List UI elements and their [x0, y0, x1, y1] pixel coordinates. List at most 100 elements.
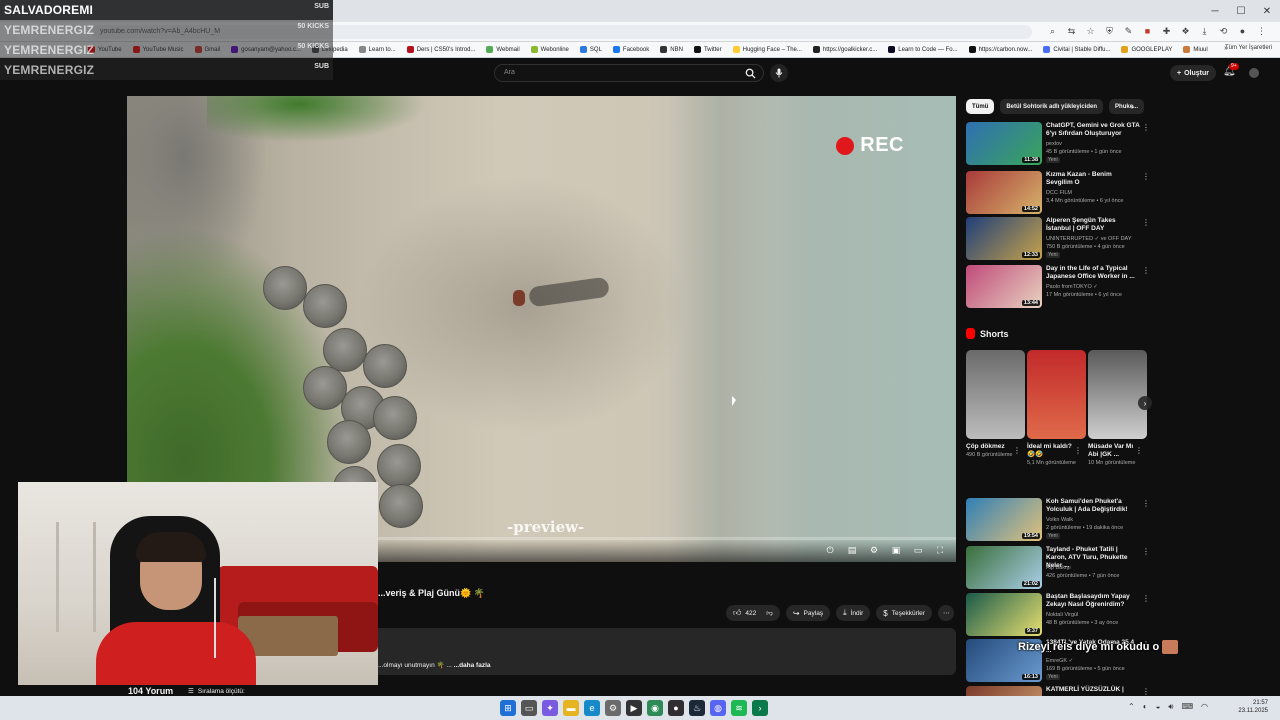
bookmark-item[interactable]: Hugging Face – The...: [732, 46, 802, 53]
kebab-menu-icon[interactable]: ⋮: [1135, 446, 1143, 455]
like-button[interactable]: 👍︎ 422 👎︎: [726, 605, 780, 621]
bookmark-item[interactable]: https://carbon.now...: [968, 46, 1032, 53]
fullscreen-icon[interactable]: ⛶: [934, 544, 946, 556]
bookmark-item[interactable]: Learn to Code — Fo...: [888, 46, 958, 53]
search-button[interactable]: [740, 65, 760, 81]
thanks-button[interactable]: $ Teşekkürler: [876, 605, 932, 621]
bookmark-item[interactable]: Ders | CS50's Introd...: [406, 46, 475, 53]
video-thumbnail[interactable]: 12:33: [966, 217, 1042, 260]
kebab-menu-icon[interactable]: ⋮: [1142, 123, 1150, 132]
short-card[interactable]: Çöp dökmez 490 B görüntüleme ⋮: [966, 350, 1025, 459]
shorts-next-button[interactable]: ›: [1138, 396, 1152, 410]
recommended-video[interactable]: 12:33 Alperen Şengün Takes İstanbul | OFF…: [966, 217, 1150, 261]
subtitles-icon[interactable]: ▤: [846, 544, 858, 556]
filter-chip[interactable]: Phuke...: [1109, 99, 1145, 114]
bookmark-item[interactable]: Learn to...: [358, 46, 396, 53]
wifi-icon[interactable]: ◠: [1201, 702, 1208, 712]
short-thumbnail[interactable]: [966, 350, 1025, 439]
channel-name[interactable]: pexlov: [1046, 141, 1062, 147]
recommended-video[interactable]: 19:54 Koh Samui'den Phuket'a Yolculuk | A…: [966, 498, 1150, 542]
create-button[interactable]: + Oluştur: [1170, 65, 1216, 81]
close-icon[interactable]: ✕: [1254, 0, 1280, 22]
sort-comments-button[interactable]: ☰ Sıralama ölçütü:: [188, 687, 245, 696]
channel-name[interactable]: Alp Bakışı: [1046, 565, 1071, 571]
extension-red-icon[interactable]: ■: [1143, 25, 1152, 37]
tray-chevron-icon[interactable]: ⌃: [1128, 702, 1135, 712]
channel-name[interactable]: EmreGK ✓: [1046, 658, 1073, 664]
all-bookmarks-link[interactable]: Tüm Yer İşaretleri: [1225, 45, 1272, 51]
media-app-icon[interactable]: ▶: [626, 700, 642, 716]
menu-icon[interactable]: ⋮: [1257, 25, 1266, 37]
terminal-icon[interactable]: ›: [752, 700, 768, 716]
kebab-menu-icon[interactable]: ⋮: [1142, 172, 1150, 181]
bookmark-item[interactable]: NBN: [660, 46, 683, 53]
windows-start-icon[interactable]: ⊞: [500, 700, 516, 716]
edge-icon[interactable]: e: [584, 700, 600, 716]
taskbar-clock[interactable]: 21:57 23.11.2025: [1238, 699, 1268, 715]
file-explorer-icon[interactable]: ▬: [563, 700, 579, 716]
pen-icon[interactable]: ✎: [1124, 25, 1133, 37]
search-input[interactable]: Ara: [494, 64, 764, 82]
filter-chip[interactable]: Betül Sohtorik adlı yükleyiciden: [1000, 99, 1104, 114]
task-view-icon[interactable]: ▭: [521, 700, 537, 716]
zoom-icon[interactable]: ⌕: [1048, 25, 1057, 37]
puzzle-icon[interactable]: ❖: [1181, 25, 1190, 37]
short-card[interactable]: İdeal mi kaldı? 🤣🤣 5,1 Mn görüntüleme ⋮: [1027, 350, 1086, 467]
bookmark-item[interactable]: Civitai | Stable Diffu...: [1043, 46, 1110, 53]
channel-name[interactable]: Volkn Walk: [1046, 517, 1073, 523]
short-card[interactable]: Müsade Var Mı Abi |GK ... 10 Mn görüntüle…: [1088, 350, 1147, 467]
bookmark-item[interactable]: Miuul: [1183, 46, 1208, 53]
video-thumbnail[interactable]: 13:44: [966, 265, 1042, 308]
maximize-icon[interactable]: ☐: [1228, 0, 1254, 22]
copilot-icon[interactable]: ✦: [542, 700, 558, 716]
chevron-right-icon[interactable]: ›: [1131, 101, 1134, 111]
recommended-video[interactable]: 11:38 ChatGPT, Gemini ve Grok GTA 6'yı Sı…: [966, 122, 1150, 166]
chrome-icon[interactable]: ◉: [647, 700, 663, 716]
minimize-icon[interactable]: ─: [1202, 0, 1228, 22]
extension-icon[interactable]: ✚: [1162, 25, 1171, 37]
show-more-link[interactable]: ...daha fazla: [454, 662, 491, 669]
kebab-menu-icon[interactable]: ⋮: [1142, 266, 1150, 275]
recommended-video[interactable]: 13:44 Day in the Life of a Typical Japane…: [966, 265, 1150, 309]
steam-icon[interactable]: ♨: [689, 700, 705, 716]
share-button[interactable]: ↪ Paylaş: [785, 605, 831, 621]
download-icon[interactable]: ⤓: [1200, 25, 1209, 37]
bookmark-item[interactable]: Webonline: [530, 46, 569, 53]
bookmark-item[interactable]: Webmail: [486, 46, 520, 53]
volume-icon[interactable]: 🔊︎: [1168, 702, 1173, 712]
channel-name[interactable]: Noktali Virgül: [1046, 612, 1078, 618]
discord-icon[interactable]: ◍: [710, 700, 726, 716]
settings-app-icon[interactable]: ⚙: [605, 700, 621, 716]
channel-name[interactable]: DCC FILM: [1046, 190, 1072, 196]
star-icon[interactable]: ☆: [1086, 25, 1095, 37]
settings-icon[interactable]: ⚙: [868, 544, 880, 556]
bookmark-item[interactable]: Twitter: [693, 46, 722, 53]
more-actions-button[interactable]: ⋯: [937, 605, 955, 621]
kebab-menu-icon[interactable]: ⋮: [1142, 499, 1150, 508]
video-thumbnail[interactable]: 11:38: [966, 122, 1042, 165]
shield-icon[interactable]: ⛨: [1105, 25, 1114, 37]
thumbs-down-icon[interactable]: 👎︎: [766, 609, 773, 617]
profile-icon[interactable]: ●: [1238, 25, 1247, 37]
bookmark-item[interactable]: https://goalkicker.c...: [812, 46, 877, 53]
tray-app-icon[interactable]: ◒: [1156, 702, 1161, 712]
video-thumbnail[interactable]: 21:02: [966, 546, 1042, 589]
language-icon[interactable]: ⌨: [1181, 702, 1193, 712]
theater-mode-icon[interactable]: ▭: [912, 544, 924, 556]
video-thumbnail[interactable]: 14:52: [966, 171, 1042, 214]
download-button[interactable]: ⤓ İndir: [836, 605, 871, 621]
channel-name[interactable]: UNINTERRUPTED ✓ ve OFF DAY: [1046, 236, 1131, 242]
miniplayer-icon[interactable]: ▣: [890, 544, 902, 556]
video-thumbnail[interactable]: 9:37: [966, 593, 1042, 636]
bookmark-item[interactable]: GOOGLEPLAY: [1121, 46, 1172, 53]
short-thumbnail[interactable]: [1027, 350, 1086, 439]
kebab-menu-icon[interactable]: ⋮: [1142, 594, 1150, 603]
recommended-video[interactable]: 21:02 Tayland - Phuket Tatili | Karon, AT…: [966, 546, 1150, 590]
kebab-menu-icon[interactable]: ⋮: [1142, 547, 1150, 556]
kebab-menu-icon[interactable]: ⋮: [1013, 446, 1021, 455]
kebab-menu-icon[interactable]: ⋮: [1142, 687, 1150, 696]
channel-name[interactable]: Paolo fromTOKYO ✓: [1046, 284, 1098, 290]
bookmark-item[interactable]: Facebook: [612, 46, 649, 53]
recommended-video[interactable]: 9:37 Baştan Başlasaydım Yapay Zekayı Nası…: [966, 593, 1150, 637]
kebab-menu-icon[interactable]: ⋮: [1142, 218, 1150, 227]
